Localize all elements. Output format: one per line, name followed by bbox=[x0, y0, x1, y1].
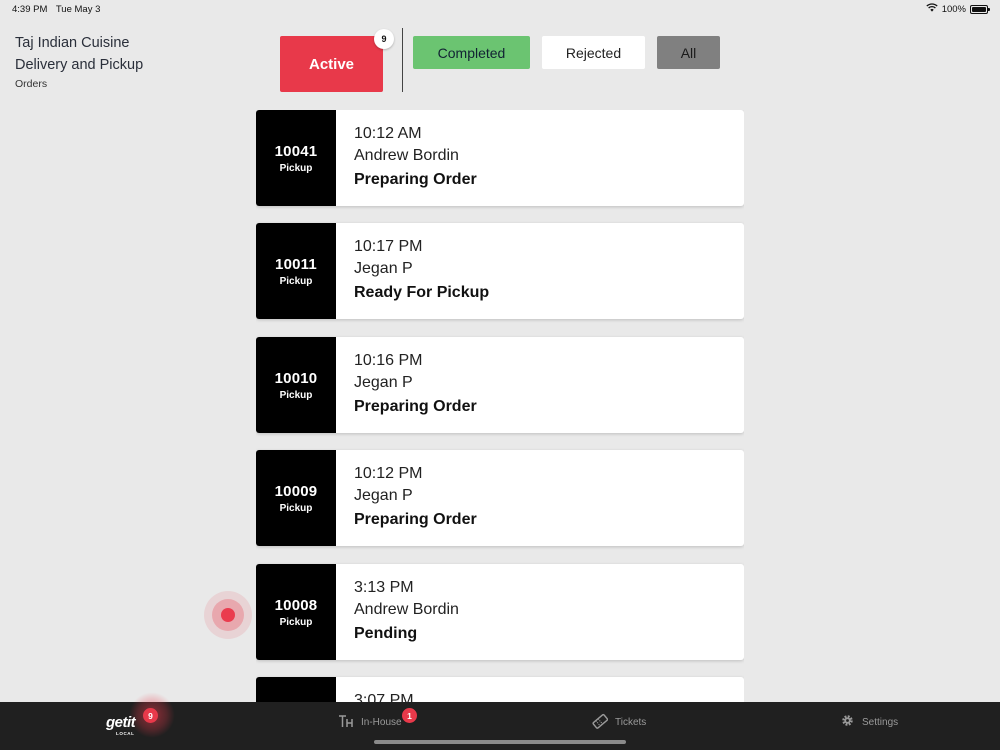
order-number: 10011 bbox=[275, 255, 317, 273]
order-time: 10:16 PM bbox=[354, 352, 423, 369]
service-type: Delivery and Pickup bbox=[15, 57, 144, 73]
battery-icon bbox=[970, 4, 990, 14]
inhouse-icon bbox=[338, 714, 354, 731]
order-customer: Jegan P bbox=[354, 260, 413, 277]
order-time: 10:17 PM bbox=[354, 238, 423, 255]
order-card[interactable]: 10008 Pickup 3:13 PM Andrew Bordin Pendi… bbox=[256, 564, 744, 660]
order-card[interactable]: 10011 Pickup 10:17 PM Jegan P Ready For … bbox=[256, 223, 744, 319]
order-type: Pickup bbox=[279, 389, 313, 401]
order-number: 10009 bbox=[274, 482, 318, 500]
order-id-box bbox=[256, 677, 336, 702]
order-customer: Jegan P bbox=[354, 374, 413, 391]
order-time: 3:13 PM bbox=[354, 579, 414, 596]
order-details: 10:16 PM Jegan P Preparing Order bbox=[336, 337, 477, 433]
rejected-filter-button[interactable]: Rejected bbox=[542, 36, 645, 69]
order-card[interactable]: 10041 Pickup 10:12 AM Andrew Bordin Prep… bbox=[256, 110, 744, 206]
order-details: 3:07 PM bbox=[336, 677, 414, 702]
tab-tickets-label: Tickets bbox=[615, 716, 647, 728]
order-customer: Andrew Bordin bbox=[354, 147, 459, 164]
order-status: Pending bbox=[354, 625, 418, 642]
completed-filter-button[interactable]: Completed bbox=[413, 36, 530, 69]
battery-percent: 100% bbox=[941, 3, 966, 15]
orders-badge: 9 bbox=[143, 708, 158, 723]
order-details: 10:12 PM Jegan P Preparing Order bbox=[336, 450, 477, 546]
tab-in-house-label: In-House bbox=[361, 716, 402, 728]
tab-bar: getit LOCAL 9 In-House 1 Tickets Settings bbox=[0, 692, 1000, 750]
filter-divider bbox=[402, 28, 403, 92]
header-info: Taj Indian Cuisine Delivery and Pickup O… bbox=[15, 32, 143, 90]
gear-icon bbox=[840, 713, 855, 731]
order-details: 3:13 PM Andrew Bordin Pending bbox=[336, 564, 459, 660]
order-details: 10:17 PM Jegan P Ready For Pickup bbox=[336, 223, 489, 319]
tab-settings-label: Settings bbox=[862, 716, 899, 728]
order-card[interactable]: 10010 Pickup 10:16 PM Jegan P Preparing … bbox=[256, 337, 744, 433]
order-card[interactable]: 10009 Pickup 10:12 PM Jegan P Preparing … bbox=[256, 450, 744, 546]
order-id-box: 10011 Pickup bbox=[256, 223, 336, 319]
order-id-box: 10009 Pickup bbox=[256, 450, 336, 546]
wifi-icon bbox=[926, 3, 938, 15]
active-count-badge: 9 bbox=[374, 29, 394, 49]
order-type: Pickup bbox=[279, 275, 313, 287]
order-id-box: 10041 Pickup bbox=[256, 110, 336, 206]
order-type: Pickup bbox=[279, 502, 313, 514]
order-time: 10:12 AM bbox=[354, 125, 422, 142]
order-type: Pickup bbox=[279, 616, 313, 628]
order-id-box: 10008 Pickup bbox=[256, 564, 336, 660]
order-card[interactable]: 3:07 PM bbox=[256, 677, 744, 702]
order-time: 3:07 PM bbox=[354, 692, 414, 702]
order-list[interactable]: 10041 Pickup 10:12 AM Andrew Bordin Prep… bbox=[256, 110, 744, 702]
home-indicator bbox=[374, 740, 626, 744]
order-details: 10:12 AM Andrew Bordin Preparing Order bbox=[336, 110, 477, 206]
order-status: Preparing Order bbox=[354, 398, 477, 415]
status-time: 4:39 PM bbox=[12, 4, 48, 15]
order-number: 10008 bbox=[274, 596, 318, 614]
status-bar: 4:39 PM Tue May 3 100% bbox=[0, 0, 1000, 20]
all-filter-button[interactable]: All bbox=[657, 36, 720, 69]
touch-indicator bbox=[204, 591, 252, 639]
tab-getit-local[interactable]: getit LOCAL bbox=[106, 702, 136, 742]
order-number: 10010 bbox=[274, 369, 318, 387]
in-house-badge: 1 bbox=[402, 708, 417, 723]
order-status: Preparing Order bbox=[354, 511, 477, 528]
order-type: Pickup bbox=[279, 162, 313, 174]
tab-settings[interactable]: Settings bbox=[840, 702, 898, 742]
order-number: 10041 bbox=[274, 142, 318, 160]
tab-tickets[interactable]: Tickets bbox=[592, 702, 646, 742]
restaurant-name: Taj Indian Cuisine bbox=[15, 35, 130, 51]
order-time: 10:12 PM bbox=[354, 465, 423, 482]
order-id-box: 10010 Pickup bbox=[256, 337, 336, 433]
getit-logo: getit LOCAL bbox=[106, 713, 136, 736]
order-customer: Andrew Bordin bbox=[354, 601, 459, 618]
order-customer: Jegan P bbox=[354, 487, 413, 504]
order-status: Preparing Order bbox=[354, 171, 477, 188]
active-filter-button[interactable]: Active bbox=[280, 36, 383, 92]
ticket-icon bbox=[592, 713, 609, 732]
order-status: Ready For Pickup bbox=[354, 284, 490, 301]
tab-in-house[interactable]: In-House bbox=[338, 702, 402, 742]
page-title: Orders bbox=[15, 78, 48, 90]
status-date: Tue May 3 bbox=[55, 4, 101, 15]
